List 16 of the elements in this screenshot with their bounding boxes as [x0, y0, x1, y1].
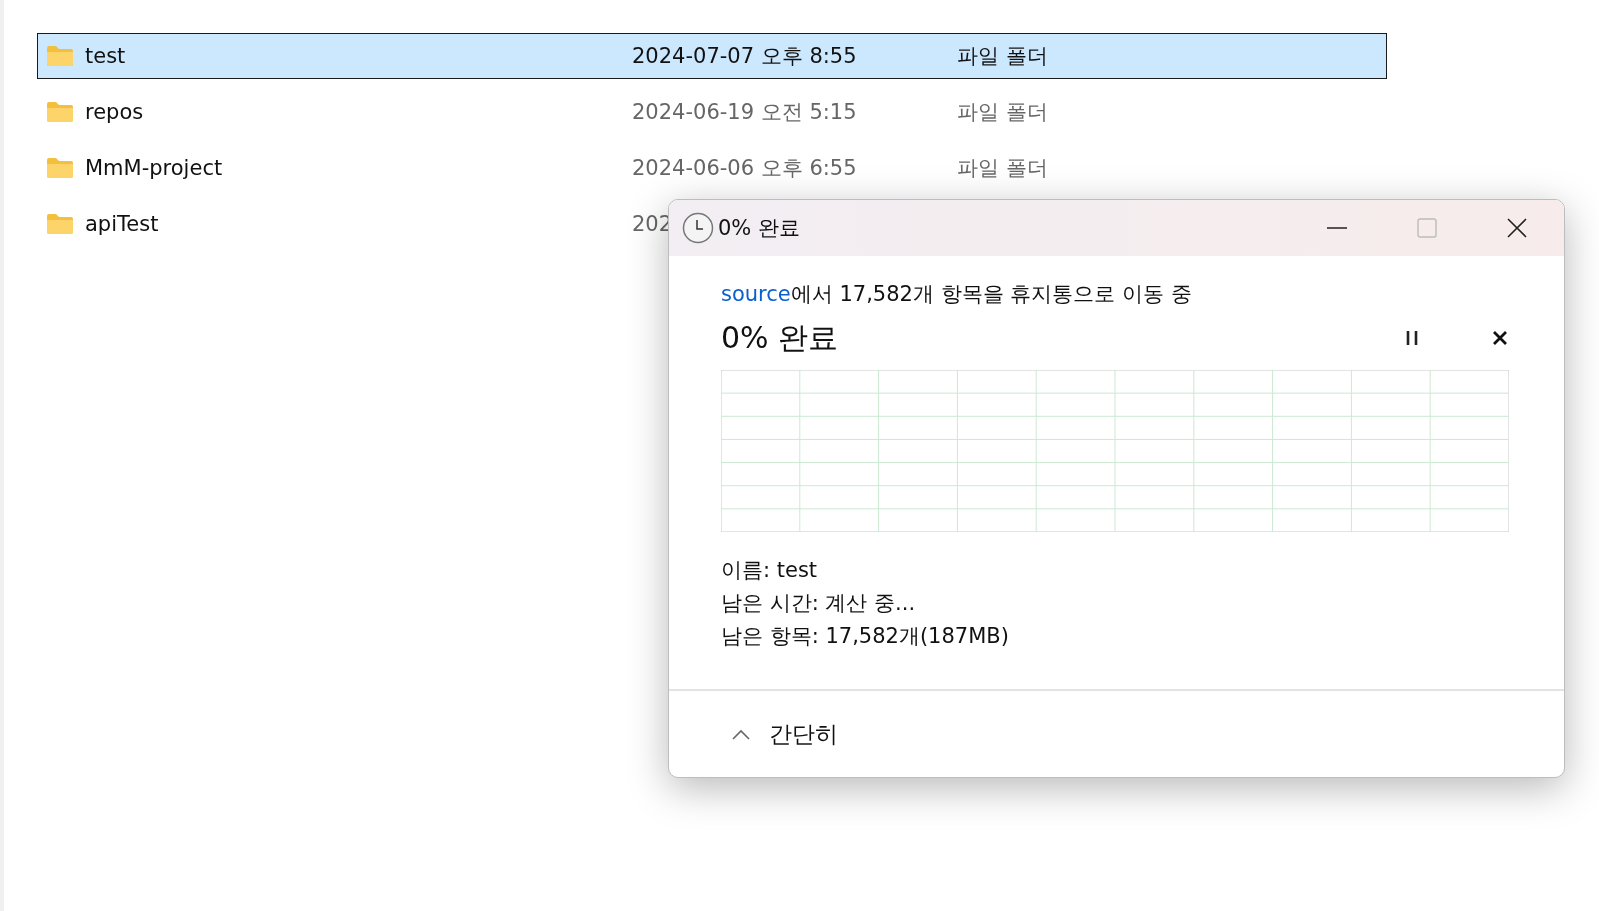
file-type: 파일 폴더 — [957, 155, 1048, 182]
file-type: 파일 폴더 — [957, 43, 1048, 70]
window-title: 0% 완료 — [718, 215, 800, 242]
status-message: source에서 17,582개 항목을 휴지통으로 이동 중 — [721, 281, 1193, 308]
file-type: 파일 폴더 — [957, 99, 1048, 126]
file-name: apiTest — [85, 212, 160, 236]
detail-line: 남은 항목: 17,582개(187MB) — [721, 623, 1010, 650]
file-date: 2024-06-06 오후 6:55 — [632, 156, 857, 180]
file-name: MmM-project — [85, 156, 224, 180]
file-date: 2024-07-07 오후 8:55 — [632, 44, 857, 68]
detail-line: 남은 시간: 계산 중... — [721, 590, 917, 617]
detail-line: 이름: test — [721, 557, 819, 584]
file-name: test — [85, 44, 127, 68]
file-date: 2024-06-19 오전 5:15 — [632, 100, 857, 124]
file-name: repos — [85, 100, 145, 124]
progress-heading: 0% 완료 — [721, 318, 839, 357]
